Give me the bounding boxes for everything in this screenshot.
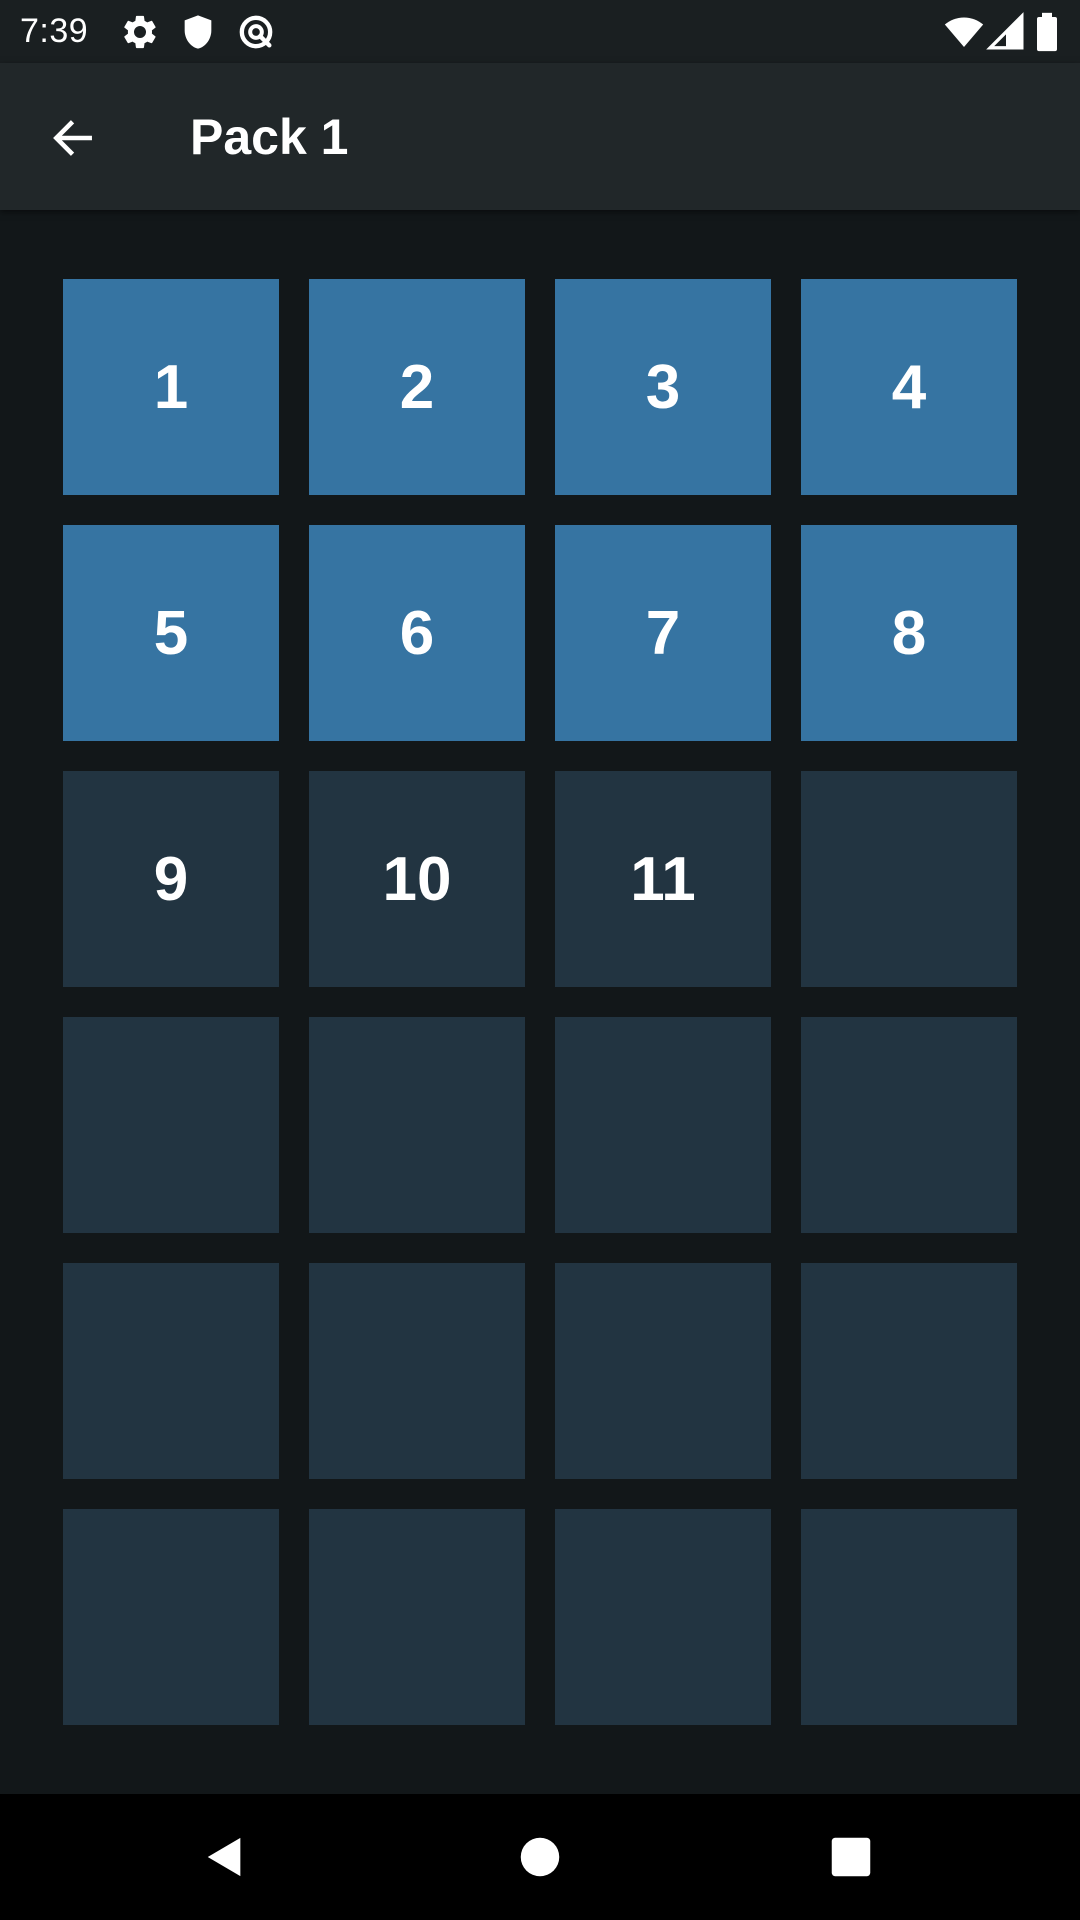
status-time: 7:39 — [20, 12, 89, 50]
level-tile-11[interactable]: 11 — [555, 771, 771, 987]
level-tile-17[interactable] — [63, 1263, 279, 1479]
level-tile-9[interactable]: 9 — [63, 771, 279, 987]
level-tile-13[interactable] — [63, 1017, 279, 1233]
level-tile-3[interactable]: 3 — [555, 279, 771, 495]
level-tile-16[interactable] — [801, 1017, 1017, 1233]
arrow-left-icon — [53, 120, 92, 156]
wifi-icon — [944, 12, 984, 52]
gear-icon — [120, 12, 160, 52]
level-tile-22[interactable] — [309, 1509, 525, 1725]
home-circle-icon — [520, 1837, 560, 1877]
back-triangle-icon — [207, 1837, 241, 1877]
recents-square-icon — [831, 1837, 871, 1877]
level-tile-8[interactable]: 8 — [801, 525, 1017, 741]
level-tile-5[interactable]: 5 — [63, 525, 279, 741]
signal-icon — [986, 12, 1026, 52]
level-tile-7[interactable]: 7 — [555, 525, 771, 741]
battery-icon — [1030, 12, 1064, 52]
status-bar: 7:39 — [0, 0, 1080, 63]
level-tile-1[interactable]: 1 — [63, 279, 279, 495]
shield-icon — [178, 12, 218, 52]
level-tile-14[interactable] — [309, 1017, 525, 1233]
back-button[interactable] — [38, 103, 108, 173]
vpn-icon — [236, 12, 276, 52]
level-tile-19[interactable] — [555, 1263, 771, 1479]
nav-recents-button[interactable] — [816, 1822, 886, 1892]
level-tile-23[interactable] — [555, 1509, 771, 1725]
level-tile-6[interactable]: 6 — [309, 525, 525, 741]
navigation-bar — [0, 1794, 1080, 1920]
app-bar: Pack 1 — [0, 63, 1080, 210]
nav-home-button[interactable] — [505, 1822, 575, 1892]
level-tile-18[interactable] — [309, 1263, 525, 1479]
level-tile-4[interactable]: 4 — [801, 279, 1017, 495]
level-tile-20[interactable] — [801, 1263, 1017, 1479]
nav-back-button[interactable] — [190, 1822, 260, 1892]
page-title: Pack 1 — [190, 109, 349, 165]
level-tile-10[interactable]: 10 — [309, 771, 525, 987]
level-tile-2[interactable]: 2 — [309, 279, 525, 495]
level-grid: 1 2 3 4 5 6 7 8 9 10 11 — [63, 279, 1017, 1725]
level-tile-24[interactable] — [801, 1509, 1017, 1725]
level-tile-12[interactable] — [801, 771, 1017, 987]
level-tile-21[interactable] — [63, 1509, 279, 1725]
level-tile-15[interactable] — [555, 1017, 771, 1233]
